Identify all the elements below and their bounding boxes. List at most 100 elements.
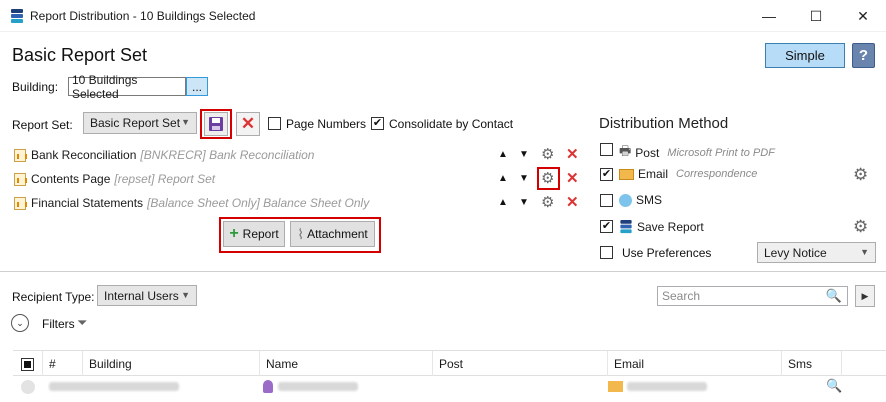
report-item[interactable]: Contents Page [repset] Report Set [14, 170, 215, 188]
move-down-icon[interactable]: ▼ [519, 149, 529, 160]
column-header-post[interactable]: Post [433, 351, 608, 377]
report-name: Financial Statements [31, 196, 144, 210]
add-attachment-button[interactable]: ⌇ Attachment [290, 221, 375, 247]
move-up-icon[interactable]: ▲ [498, 173, 508, 184]
report-item[interactable]: Bank Reconciliation [BNKRECR] Bank Recon… [14, 146, 314, 164]
database-icon [620, 219, 632, 234]
post-checkbox[interactable] [600, 143, 613, 156]
filters-label: Filters [42, 317, 75, 331]
use-preferences-label: Use Preferences [622, 246, 712, 260]
floppy-disk-icon [209, 117, 223, 131]
column-header-email[interactable]: Email [608, 351, 782, 377]
save-settings-gear-icon[interactable]: ⚙ [853, 218, 868, 235]
search-input[interactable]: Search 🔍 [657, 286, 848, 306]
remove-icon[interactable]: ✕ [566, 195, 579, 210]
building-field[interactable]: 10 Buildings Selected [68, 73, 186, 101]
preferences-value: Levy Notice [764, 245, 827, 260]
envelope-icon [608, 381, 623, 392]
sms-label: SMS [636, 193, 663, 207]
play-button[interactable]: ▶ [855, 285, 875, 307]
remove-icon[interactable]: ✕ [566, 171, 579, 186]
save-report-option: Save Report [619, 219, 704, 234]
report-icon [14, 196, 27, 210]
expand-filters-button[interactable]: ⌄ [11, 314, 29, 332]
sms-icon [619, 193, 632, 207]
report-set-label: Report Set: [12, 118, 73, 132]
use-preferences-checkbox[interactable] [600, 246, 613, 259]
simple-button[interactable]: Simple [765, 43, 845, 68]
building-label: Building: [12, 80, 59, 94]
email-label: Email [638, 167, 669, 181]
email-option: Email Correspondence [619, 167, 757, 181]
preferences-dropdown[interactable]: Levy Notice ▼ [757, 242, 876, 263]
report-item[interactable]: Financial Statements [Balance Sheet Only… [14, 194, 369, 212]
search-icon[interactable]: 🔍 [826, 288, 842, 304]
column-header-number[interactable]: # [43, 351, 83, 377]
add-report-button[interactable]: + Report [223, 221, 285, 247]
help-button[interactable]: ? [852, 43, 875, 68]
row-select-radio[interactable] [21, 380, 35, 394]
filter-icon[interactable]: ⏷ [77, 315, 87, 331]
indeterminate-mark [24, 360, 31, 368]
close-button[interactable]: ✕ [840, 0, 886, 32]
page-numbers-checkbox[interactable] [268, 117, 281, 130]
column-header-building[interactable]: Building [83, 351, 260, 377]
recipient-type-dropdown[interactable]: Internal Users ▼ [97, 285, 197, 306]
chevron-down-icon: ▼ [181, 117, 190, 127]
add-report-label: Report [242, 227, 279, 241]
sms-checkbox[interactable] [600, 194, 613, 207]
table-row[interactable]: 🔍 [13, 376, 886, 398]
redacted-building [49, 382, 179, 391]
gear-icon[interactable]: ⚙ [541, 195, 554, 210]
chevron-down-icon: ▼ [181, 290, 190, 300]
grid-header: # Building Name Post Email Sms [13, 350, 886, 377]
consolidate-label: Consolidate by Contact [389, 117, 514, 131]
app-icon [11, 9, 23, 23]
column-header-name[interactable]: Name [260, 351, 433, 377]
window-title: Report Distribution - 10 Buildings Selec… [30, 9, 256, 23]
maximize-button[interactable]: ☐ [793, 0, 839, 32]
sms-option: SMS [619, 193, 662, 207]
report-detail: [Balance Sheet Only] Balance Sheet Only [147, 196, 370, 210]
gear-icon[interactable]: ⚙ [541, 147, 554, 162]
delete-reportset-button[interactable]: ✕ [236, 112, 260, 136]
select-all-checkbox[interactable] [21, 357, 34, 371]
person-icon [263, 380, 273, 393]
view-icon[interactable]: 🔍 [826, 378, 842, 394]
move-up-icon[interactable]: ▲ [498, 149, 508, 160]
remove-icon[interactable]: ✕ [566, 147, 579, 162]
report-set-dropdown[interactable]: Basic Report Set ▼ [83, 112, 197, 134]
report-detail: [repset] Report Set [114, 172, 216, 186]
email-settings-gear-icon[interactable]: ⚙ [853, 166, 868, 183]
post-option: 🖶 Post Microsoft Print to PDF [619, 142, 775, 164]
report-icon [14, 172, 27, 186]
search-placeholder: Search [662, 289, 701, 303]
column-header-sms[interactable]: Sms [782, 351, 842, 377]
chevron-down-icon: ▼ [860, 247, 869, 257]
minimize-button[interactable]: — [746, 0, 792, 32]
report-icon [14, 148, 27, 162]
save-reportset-button[interactable] [204, 112, 228, 136]
post-printer: Microsoft Print to PDF [667, 147, 775, 159]
recipient-type-label: Recipient Type: [12, 290, 95, 304]
report-set-value: Basic Report Set [90, 116, 181, 130]
redacted-name [278, 382, 358, 391]
move-up-icon[interactable]: ▲ [498, 197, 508, 208]
gear-icon[interactable]: ⚙ [541, 171, 554, 186]
consolidate-checkbox[interactable]: ✔ [371, 117, 384, 130]
select-all-cell [13, 351, 43, 377]
email-checkbox[interactable]: ✔ [600, 168, 613, 181]
report-name: Contents Page [31, 172, 111, 186]
envelope-icon [619, 168, 634, 180]
move-down-icon[interactable]: ▼ [519, 197, 529, 208]
building-browse-button[interactable]: ... [186, 77, 208, 96]
email-template: Correspondence [676, 168, 758, 180]
save-report-checkbox[interactable]: ✔ [600, 220, 613, 233]
add-attachment-label: Attachment [307, 227, 368, 241]
plus-icon: + [229, 225, 239, 242]
page-numbers-label: Page Numbers [286, 117, 367, 131]
section-divider [0, 271, 886, 272]
delete-icon: ✕ [240, 114, 256, 133]
title-bar: Report Distribution - 10 Buildings Selec… [0, 0, 886, 32]
move-down-icon[interactable]: ▼ [519, 173, 529, 184]
